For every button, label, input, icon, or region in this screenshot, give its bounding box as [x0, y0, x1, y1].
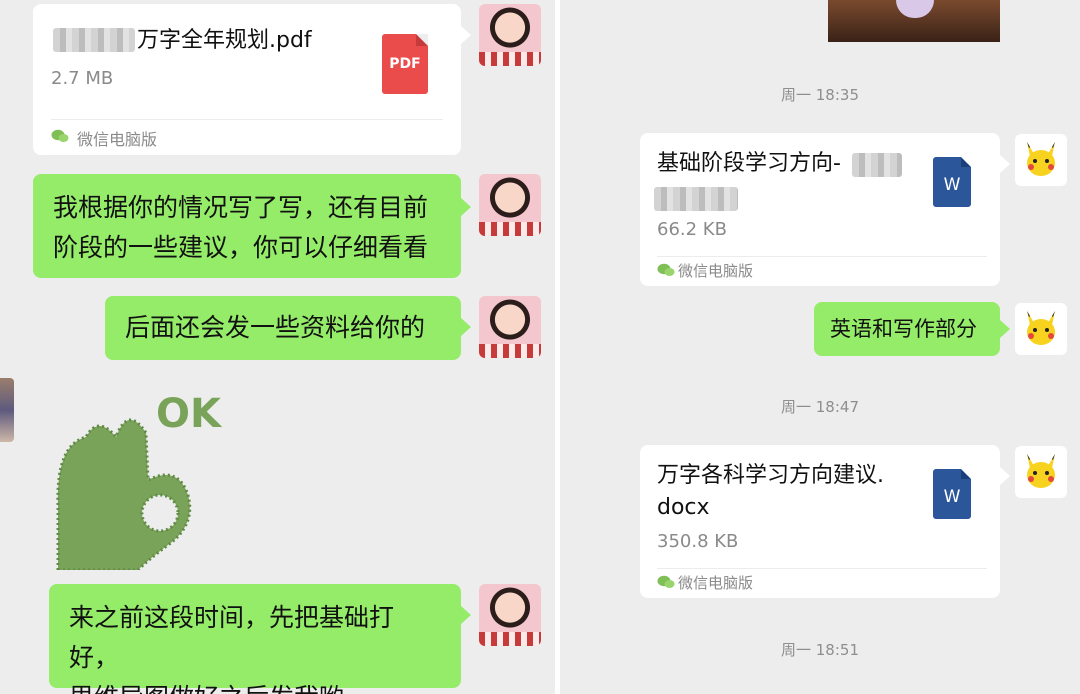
message-line: 来之前这段时间，先把基础打好， [69, 603, 395, 672]
image-message-thumbnail[interactable] [828, 0, 1000, 42]
right-chat-panel: 周一 18:35 基础阶段学习方向- 66.2 KB W 微信电脑版 英语和写作… [560, 0, 1080, 694]
word-file-message[interactable]: 基础阶段学习方向- 66.2 KB W 微信电脑版 [640, 133, 1000, 286]
message-line: 我根据你的情况写了写，还有目前 [53, 193, 429, 222]
redacted-filename-part [654, 187, 738, 211]
file-size: 350.8 KB [657, 531, 739, 552]
timestamp: 周一 18:35 [781, 86, 859, 104]
wechat-icon [657, 575, 675, 588]
word-file-icon: W [933, 157, 971, 207]
sent-message[interactable]: 来之前这段时间，先把基础打好， 思维导图做好之后发我哟~ [49, 584, 461, 694]
bubble-tail [1000, 467, 1010, 485]
sent-message[interactable]: 英语和写作部分 [814, 302, 1000, 356]
pikachu-avatar[interactable] [1015, 303, 1067, 355]
ok-hand-sticker[interactable]: OK [28, 385, 228, 570]
pikachu-icon [1027, 454, 1055, 488]
divider [657, 256, 987, 257]
word-file-icon: W [933, 469, 971, 519]
bubble-tail [1000, 155, 1010, 173]
pikachu-avatar[interactable] [1015, 134, 1067, 186]
source-label: 微信电脑版 [678, 262, 754, 280]
ok-text: OK [156, 391, 223, 437]
wechat-icon [657, 263, 675, 276]
wechat-icon [51, 129, 69, 142]
sent-message[interactable]: 后面还会发一些资料给你的 [105, 296, 461, 360]
file-name: 基础阶段学习方向- [657, 151, 841, 176]
bubble-tail [1000, 320, 1010, 338]
message-line: 思维导图做好之后发我哟~ [69, 678, 441, 694]
pikachu-icon [1027, 142, 1055, 176]
sent-message[interactable]: 我根据你的情况写了写，还有目前 阶段的一些建议，你可以仔细看看 [33, 174, 461, 278]
message-line: 阶段的一些建议，你可以仔细看看 [53, 233, 429, 262]
girl-avatar[interactable] [479, 4, 541, 66]
bubble-tail [461, 198, 471, 216]
file-name-line: docx [657, 495, 710, 520]
redacted-filename-prefix [53, 28, 135, 52]
word-file-message[interactable]: 万字各科学习方向建议. docx 350.8 KB W 微信电脑版 [640, 445, 1000, 598]
divider [51, 119, 443, 120]
source-label: 微信电脑版 [77, 130, 158, 149]
message-line: 后面还会发一些资料给你的 [125, 313, 426, 342]
partial-avatar[interactable] [0, 378, 14, 442]
file-size: 2.7 MB [51, 68, 114, 89]
file-size: 66.2 KB [657, 219, 727, 240]
message-line: 英语和写作部分 [830, 317, 977, 341]
bubble-tail [461, 318, 471, 336]
file-name-line: 万字各科学习方向建议. [657, 463, 884, 488]
bubble-tail [461, 606, 471, 624]
divider [657, 568, 987, 569]
left-chat-panel: 万字全年规划.pdf 2.7 MB PDF 微信电脑版 我根据你的情况写了写，还… [0, 0, 555, 694]
pikachu-avatar[interactable] [1015, 446, 1067, 498]
girl-avatar[interactable] [479, 296, 541, 358]
pdf-file-message[interactable]: 万字全年规划.pdf 2.7 MB PDF 微信电脑版 [33, 4, 461, 155]
pdf-file-icon: PDF [382, 34, 428, 94]
bubble-tail [461, 26, 471, 44]
timestamp: 周一 18:47 [781, 398, 859, 416]
pikachu-icon [1027, 311, 1055, 345]
source-label: 微信电脑版 [678, 574, 754, 592]
girl-avatar[interactable] [479, 584, 541, 646]
timestamp: 周一 18:51 [781, 641, 859, 659]
girl-avatar[interactable] [479, 174, 541, 236]
redacted-filename-part [852, 153, 902, 177]
file-name: 万字全年规划.pdf [137, 28, 312, 53]
